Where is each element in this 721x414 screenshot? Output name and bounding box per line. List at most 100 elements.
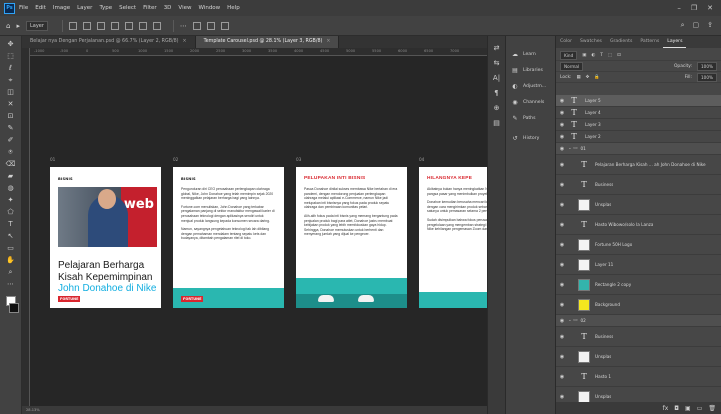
fill-input[interactable]: 100% — [697, 72, 717, 82]
zoom-tool-icon[interactable]: ⌕ — [4, 268, 18, 277]
quick-select-tool-icon[interactable]: ⌖ — [4, 76, 18, 85]
pan-3d-icon[interactable] — [220, 21, 229, 30]
visibility-eye-icon[interactable]: ◉ — [556, 354, 568, 360]
panel-paths[interactable]: ✎ Paths — [506, 110, 555, 126]
document-canvas[interactable]: 01 BISNIS web Pelajaran Berharga Kisah K… — [30, 56, 487, 410]
zoom-level[interactable]: 28.13% — [26, 408, 40, 412]
new-group-icon[interactable]: ▣ — [685, 405, 691, 412]
dodge-tool-icon[interactable]: ✦ — [4, 196, 18, 205]
close-icon[interactable]: ✕ — [707, 4, 713, 12]
paragraph-icon[interactable]: ¶ — [492, 89, 501, 98]
eyedropper-tool-icon[interactable]: ⊡ — [4, 112, 18, 121]
mask-icon[interactable]: ◘ — [674, 405, 679, 412]
visibility-eye-icon[interactable]: ◉ — [556, 394, 568, 400]
visibility-eye-icon[interactable]: ◉ — [556, 202, 568, 208]
workspace-icon[interactable]: ▢ — [693, 21, 700, 30]
visibility-eye-icon[interactable]: ◉ — [556, 242, 568, 248]
layer-group[interactable]: ◉ ⌄ ▭ 02 — [556, 315, 721, 327]
move-tool-icon[interactable]: ✥ — [4, 40, 18, 49]
horizontal-ruler[interactable]: -1000 -500 0 500 1000 1500 2000 2500 300… — [30, 48, 487, 56]
restore-icon[interactable]: ❐ — [691, 4, 697, 12]
panel-history[interactable]: ↺ History — [506, 130, 555, 146]
layer-row[interactable]: ◉ T Layer 3 — [556, 119, 721, 131]
opacity-input[interactable]: 100% — [697, 61, 717, 71]
layer-row[interactable]: ◉ Unsplas — [556, 347, 721, 367]
visibility-eye-icon[interactable]: ◉ — [556, 122, 568, 128]
visibility-eye-icon[interactable]: ◉ — [556, 374, 568, 380]
align-center-icon[interactable] — [96, 21, 105, 30]
eraser-tool-icon[interactable]: ⌫ — [4, 160, 18, 169]
align-right-icon[interactable] — [110, 21, 119, 30]
lock-pixels-icon[interactable]: ▦ — [577, 75, 581, 80]
visibility-eye-icon[interactable]: ◉ — [556, 282, 568, 288]
layer-row[interactable]: ◉ Unsplas — [556, 195, 721, 215]
pen-tool-icon[interactable]: ⬠ — [4, 208, 18, 217]
visibility-eye-icon[interactable]: ◉ — [556, 146, 568, 152]
tab-layers[interactable]: Layers — [663, 36, 687, 48]
fx-icon[interactable]: fx — [663, 405, 669, 412]
layer-row[interactable]: ◉ Rectangle 2 copy — [556, 275, 721, 295]
layer-filter-kind-select[interactable]: Kind — [560, 50, 578, 60]
properties-icon[interactable]: ▤ — [492, 119, 501, 128]
layer-row[interactable]: ◉ T Pelajaran Berharga Kisah ... ah John D… — [556, 155, 721, 175]
layer-row[interactable]: ◉ T Hasto Wibowo/solo la Lanza — [556, 215, 721, 235]
artboard-label[interactable]: 04 — [419, 157, 424, 162]
background-color-swatch[interactable] — [8, 303, 19, 313]
visibility-eye-icon[interactable]: ◉ — [556, 318, 568, 324]
artboard-label[interactable]: 02 — [173, 157, 178, 162]
layer-group[interactable]: ◉ ⌄ ▭ 01 — [556, 143, 721, 155]
layer-row[interactable]: ◉ Background — [556, 295, 721, 315]
tab-swatches[interactable]: Swatches — [576, 36, 606, 48]
artboard-03[interactable]: PELUPAKAN INTI BISNIS Pasca Donahoe dini… — [296, 167, 407, 308]
lock-position-icon[interactable]: ✥ — [586, 75, 590, 80]
lasso-tool-icon[interactable]: ℓ — [4, 64, 18, 73]
menu-view[interactable]: View — [178, 5, 191, 11]
crop-tool-icon[interactable]: ◫ — [4, 88, 18, 97]
visibility-eye-icon[interactable]: ◉ — [556, 182, 568, 188]
menu-edit[interactable]: Edit — [35, 5, 46, 11]
close-icon[interactable]: × — [326, 39, 330, 44]
artboard-label[interactable]: 01 — [50, 157, 55, 162]
visibility-eye-icon[interactable]: ◉ — [556, 134, 568, 140]
home-icon[interactable]: ⌂ — [6, 22, 10, 30]
share-icon[interactable]: ⇪ — [707, 21, 713, 30]
brush-tool-icon[interactable]: ✐ — [4, 136, 18, 145]
folder-expand-icon[interactable]: ⌄ ▭ — [568, 146, 577, 151]
filter-pixel-icon[interactable]: ▣ — [582, 53, 586, 58]
swap-icon[interactable]: ⇆ — [492, 59, 501, 68]
edit-toolbar-icon[interactable]: ⋯ — [4, 280, 18, 289]
auto-select-mode-dropdown[interactable]: Layer — [25, 20, 48, 31]
folder-expand-icon[interactable]: ⌄ ▭ — [568, 318, 577, 323]
visibility-eye-icon[interactable]: ◉ — [556, 110, 568, 116]
layer-row[interactable]: ◉ T Business — [556, 327, 721, 347]
menu-layer[interactable]: Layer — [77, 5, 92, 11]
panel-channels[interactable]: ◉ Channels — [506, 94, 555, 110]
artboard-02[interactable]: BISNIS Pengunduran diri CEO perusahaan p… — [173, 167, 284, 308]
transform-controls-icon[interactable] — [68, 21, 77, 30]
trash-icon[interactable]: 🗑 — [708, 405, 716, 412]
filter-smart-object-icon[interactable]: ⊡ — [617, 53, 621, 58]
visibility-eye-icon[interactable]: ◉ — [556, 98, 568, 104]
tab-document-2[interactable]: Template Carousel.psd @ 28.1% (Layer 3, … — [195, 36, 340, 48]
orbit-3d-icon[interactable] — [206, 21, 215, 30]
visibility-eye-icon[interactable]: ◉ — [556, 262, 568, 268]
panel-libraries[interactable]: ▤ Libraries — [506, 62, 555, 78]
rectangle-tool-icon[interactable]: ▭ — [4, 244, 18, 253]
menu-image[interactable]: Image — [53, 5, 70, 11]
align-left-icon[interactable] — [82, 21, 91, 30]
vertical-ruler[interactable] — [22, 48, 30, 414]
hand-tool-icon[interactable]: ✋ — [4, 256, 18, 265]
frame-tool-icon[interactable]: ✕ — [4, 100, 18, 109]
filter-shape-icon[interactable]: ⬚ — [608, 53, 612, 58]
type-tool-icon[interactable]: T — [4, 220, 18, 229]
panel-learn[interactable]: ☁ Learn — [506, 46, 555, 62]
menu-3d[interactable]: 3D — [164, 5, 172, 11]
character-icon[interactable]: A| — [492, 74, 501, 83]
align-top-icon[interactable] — [124, 21, 133, 30]
blend-mode-select[interactable]: Normal — [560, 61, 584, 71]
align-bottom-icon[interactable] — [152, 21, 161, 30]
tab-document-1[interactable]: Belajar nya Dengan Perjalanan.psd @ 66.7… — [22, 36, 196, 48]
more-options-icon[interactable]: ⋯ — [180, 22, 187, 30]
align-middle-icon[interactable] — [138, 21, 147, 30]
arrange-icon[interactable]: ⇄ — [492, 44, 501, 53]
